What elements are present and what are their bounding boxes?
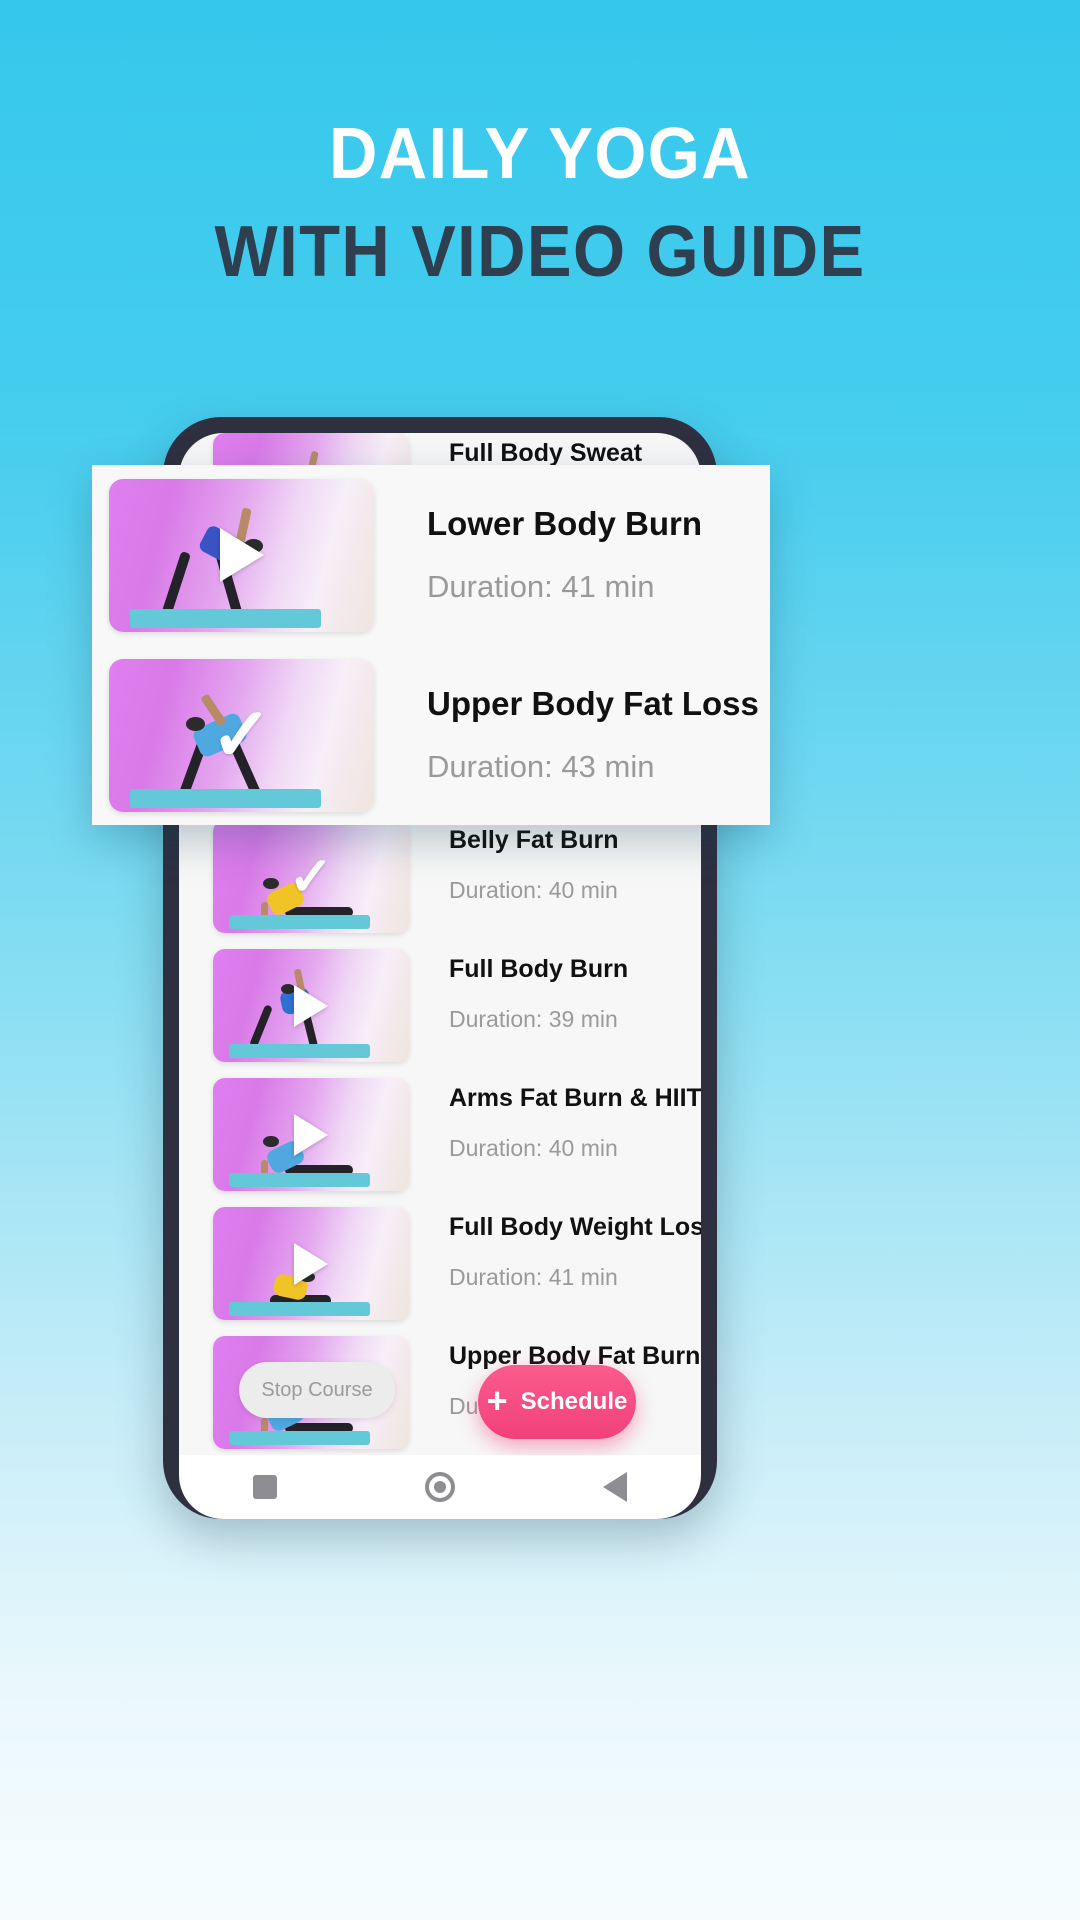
play-triangle — [294, 1113, 328, 1156]
workout-meta: Belly Fat Burn Duration: 40 min — [409, 820, 618, 904]
yoga-mat — [228, 1044, 370, 1058]
headline-line-2: WITH VIDEO GUIDE — [214, 212, 866, 292]
workout-thumbnail[interactable] — [109, 478, 374, 632]
workout-list-item[interactable]: Full Body Weight Loss Duration: 41 min — [179, 1207, 701, 1336]
yoga-mat — [130, 608, 321, 628]
yoga-mat — [228, 1302, 370, 1316]
workout-title: Full Body Burn — [449, 955, 629, 983]
headline-line-1: DAILY YOGA — [328, 114, 752, 194]
workout-duration: Duration: 41 min — [427, 569, 655, 604]
workout-meta: Upper Body Fat Loss Duration: 43 min — [374, 685, 759, 785]
schedule-label: Schedule — [520, 1388, 628, 1415]
workout-title: Lower Body Burn — [427, 505, 703, 542]
schedule-button[interactable]: + Schedule — [478, 1365, 636, 1439]
workout-title: Belly Fat Burn — [449, 826, 619, 854]
square-icon[interactable] — [253, 1475, 277, 1499]
workout-list-item[interactable]: ✓ Belly Fat Burn Duration: 40 min — [179, 820, 701, 949]
page-title: DAILY YOGA WITH VIDEO GUIDE — [0, 118, 1080, 288]
workout-list-item[interactable]: Arms Fat Burn & HIIT Duration: 40 min — [179, 1078, 701, 1207]
workout-title: Full Body Sweat — [449, 439, 643, 467]
circle-icon[interactable] — [425, 1472, 455, 1502]
workout-title: Full Body Weight Loss — [449, 1213, 701, 1241]
workout-duration: Duration: 40 min — [449, 877, 618, 903]
play-triangle — [294, 1242, 328, 1285]
workout-thumbnail[interactable] — [213, 949, 409, 1062]
check-glyph: ✓ — [288, 846, 334, 907]
workout-list-item[interactable]: ✓ Upper Body Fat Loss Duration: 43 min — [92, 645, 770, 825]
triangle-back-icon[interactable] — [603, 1472, 627, 1502]
check-icon[interactable]: ✓ — [210, 698, 272, 772]
workout-meta: Arms Fat Burn & HIIT Duration: 40 min — [409, 1078, 701, 1162]
stop-course-label: Stop Course — [261, 1378, 373, 1401]
floating-highlight-card[interactable]: Lower Body Burn Duration: 41 min ✓ Upper Bo… — [92, 465, 770, 825]
yoga-mat — [228, 1173, 370, 1187]
workout-title: Upper Body Fat Loss — [427, 685, 759, 722]
workout-duration: Duration: 43 min — [427, 749, 655, 784]
check-glyph: ✓ — [210, 693, 273, 776]
workout-duration: Duration: 41 min — [449, 1264, 618, 1290]
workout-list-item[interactable]: Lower Body Burn Duration: 41 min — [92, 465, 770, 645]
workout-meta: Full Body Weight Loss Duration: 41 min — [409, 1207, 701, 1291]
play-icon[interactable] — [219, 528, 264, 582]
plus-icon: + — [486, 1379, 508, 1421]
play-triangle — [294, 984, 328, 1027]
workout-duration: Duration: 39 min — [449, 1006, 618, 1032]
workout-duration: Duration: 40 min — [449, 1135, 618, 1161]
workout-thumbnail[interactable] — [213, 1207, 409, 1320]
play-icon[interactable] — [294, 1242, 328, 1285]
android-nav-bar — [179, 1455, 701, 1519]
workout-list-item[interactable]: Full Body Burn Duration: 39 min — [179, 949, 701, 1078]
yoga-mat — [228, 915, 370, 929]
play-triangle — [219, 528, 264, 582]
yoga-mat — [228, 1431, 370, 1445]
check-icon[interactable]: ✓ — [288, 850, 333, 904]
yoga-mat — [130, 788, 321, 808]
workout-meta: Full Body Burn Duration: 39 min — [409, 949, 628, 1033]
workout-thumbnail[interactable]: ✓ — [109, 658, 374, 812]
workout-thumbnail[interactable] — [213, 1078, 409, 1191]
play-icon[interactable] — [294, 1113, 328, 1156]
workout-meta: Lower Body Burn Duration: 41 min — [374, 505, 702, 605]
stop-course-button[interactable]: Stop Course — [239, 1362, 395, 1418]
workout-thumbnail[interactable]: ✓ — [213, 820, 409, 933]
play-icon[interactable] — [294, 984, 328, 1027]
workout-title: Arms Fat Burn & HIIT — [449, 1084, 701, 1112]
